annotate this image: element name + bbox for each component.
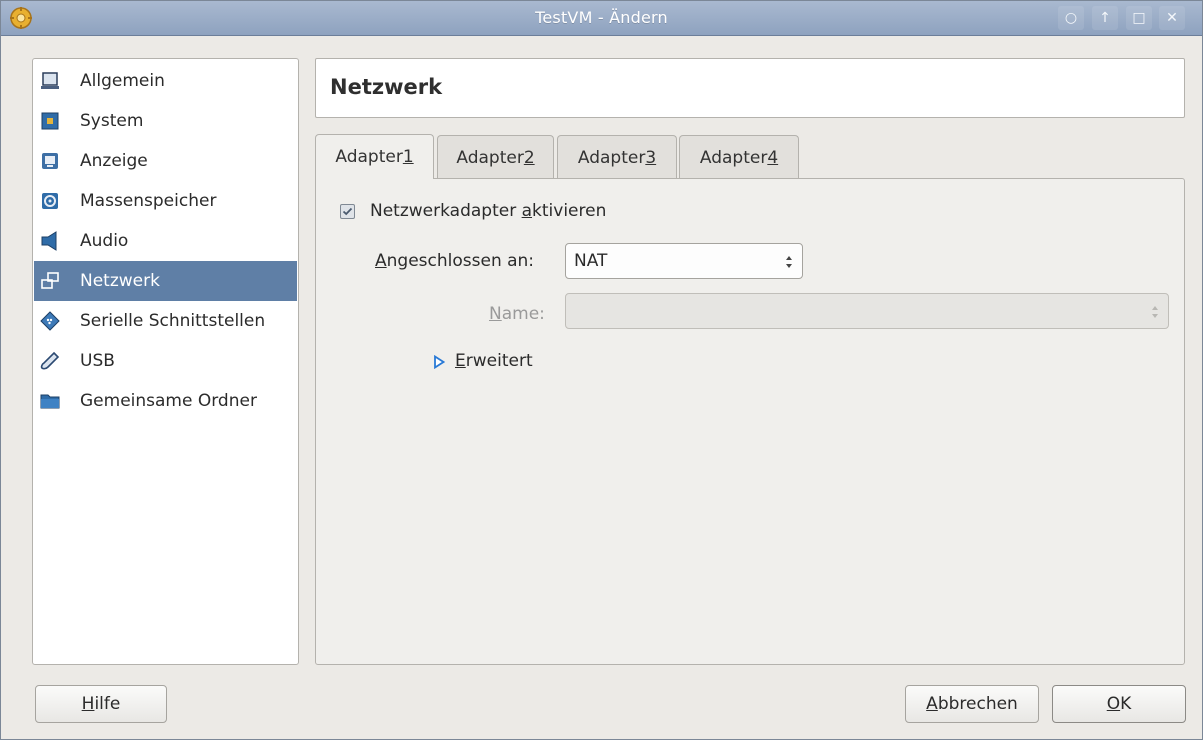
attached-to-value: NAT — [574, 251, 608, 271]
sidebar-item-massenspeicher[interactable]: Massenspeicher — [34, 181, 297, 221]
sidebar-item-label: Gemeinsame Ordner — [80, 391, 257, 411]
sidebar-item-anzeige[interactable]: Anzeige — [34, 141, 297, 181]
enable-adapter-label[interactable]: Netzwerkadapter aktivieren — [370, 201, 606, 221]
tab-adapter-1[interactable]: Adapter 1 — [315, 134, 434, 179]
square-icon: □ — [1132, 10, 1146, 26]
sidebar-item-label: Massenspeicher — [80, 191, 217, 211]
arrow-up-icon: ↑ — [1099, 10, 1111, 26]
sidebar-item-usb[interactable]: USB — [34, 341, 297, 381]
window-title: TestVM - Ändern — [535, 8, 668, 27]
tab-mnemonic: 4 — [767, 147, 779, 168]
tab-adapter-2[interactable]: Adapter 2 — [437, 135, 554, 179]
audio-icon — [41, 231, 57, 251]
sidebar-item-label: Netzwerk — [80, 271, 160, 291]
button-label: ilfe — [94, 694, 121, 714]
button-label: K — [1120, 694, 1132, 714]
context-help-button[interactable]: ○ — [1058, 6, 1084, 30]
sidebar-item-label: Allgemein — [80, 71, 165, 91]
label-text: Netzwerkadapter — [370, 201, 522, 221]
sidebar-item-label: Anzeige — [80, 151, 148, 171]
label-text: ame: — [501, 304, 545, 324]
sidebar-item-label: USB — [80, 351, 115, 371]
shared-folders-icon — [40, 394, 60, 409]
tab-mnemonic: 3 — [645, 147, 657, 168]
label-text: ktivieren — [532, 201, 607, 221]
settings-category-list[interactable]: Allgemein System Anzeige Massenspeicher … — [32, 58, 299, 665]
circle-icon: ○ — [1064, 10, 1078, 26]
page-header: Netzwerk — [315, 58, 1185, 118]
keep-above-button[interactable]: ↑ — [1092, 6, 1118, 30]
tab-label: Adapter — [699, 147, 768, 168]
system-icon — [41, 112, 59, 130]
label-mnemonic: N — [489, 304, 502, 324]
page-title: Netzwerk — [330, 75, 443, 99]
sidebar-item-label: Audio — [80, 231, 129, 251]
general-icon — [41, 72, 59, 89]
tab-label: Adapter — [335, 147, 403, 167]
tab-mnemonic: 2 — [523, 147, 535, 168]
spin-arrows-icon — [1152, 306, 1158, 318]
close-button[interactable]: ✕ — [1159, 6, 1185, 30]
enable-adapter-checkbox[interactable] — [340, 204, 355, 219]
sidebar-item-audio[interactable]: Audio — [34, 221, 297, 261]
maximize-button[interactable]: □ — [1126, 6, 1152, 30]
sidebar-item-serielle-schnittstellen[interactable]: Serielle Schnittstellen — [34, 301, 297, 341]
sidebar-item-netzwerk[interactable]: Netzwerk — [34, 261, 297, 301]
tab-label: Adapter — [577, 147, 646, 168]
checkmark-icon — [342, 207, 353, 216]
storage-icon — [42, 193, 58, 209]
button-mnemonic: A — [926, 694, 938, 714]
tab-label: Adapter — [456, 147, 524, 168]
settings-dialog: TestVM - Ändern ○ ↑ □ ✕ Allgemein System… — [0, 0, 1203, 740]
sidebar-item-label: System — [80, 111, 144, 131]
sidebar-item-allgemein[interactable]: Allgemein — [34, 61, 297, 101]
serial-ports-icon — [40, 311, 60, 331]
label-mnemonic: E — [455, 351, 466, 371]
network-icon — [41, 272, 59, 289]
tab-mnemonic: 1 — [402, 147, 414, 167]
label-text: ngeschlossen an: — [386, 251, 535, 271]
button-mnemonic: O — [1106, 694, 1121, 714]
sidebar-item-system[interactable]: System — [34, 101, 297, 141]
cancel-button[interactable]: Abbrechen — [905, 685, 1039, 723]
sidebar-item-gemeinsame-ordner[interactable]: Gemeinsame Ordner — [34, 381, 297, 421]
name-select[interactable] — [565, 293, 1169, 329]
button-label: bbrechen — [937, 694, 1018, 714]
expander-arrow-icon[interactable] — [433, 355, 445, 369]
help-button[interactable]: Hilfe — [35, 685, 167, 723]
title-bar[interactable]: TestVM - Ändern ○ ↑ □ ✕ — [1, 1, 1202, 36]
advanced-expander[interactable]: Erweitert — [455, 351, 533, 371]
spin-arrows-icon — [786, 256, 792, 268]
display-icon — [42, 153, 58, 169]
label-mnemonic: A — [375, 251, 387, 271]
tab-adapter-3[interactable]: Adapter 3 — [557, 135, 677, 179]
close-icon: ✕ — [1166, 10, 1178, 26]
label-text: rweitert — [465, 351, 533, 371]
attached-to-label: Angeschlossen an: — [375, 251, 534, 271]
label-mnemonic: a — [521, 201, 533, 221]
attached-to-select[interactable]: NAT — [565, 243, 803, 279]
button-mnemonic: H — [81, 694, 95, 714]
tab-adapter-4[interactable]: Adapter 4 — [679, 135, 799, 179]
name-label: Name: — [489, 304, 545, 324]
sidebar-item-label: Serielle Schnittstellen — [80, 311, 266, 331]
usb-icon — [40, 351, 60, 370]
ok-button[interactable]: OK — [1052, 685, 1186, 723]
